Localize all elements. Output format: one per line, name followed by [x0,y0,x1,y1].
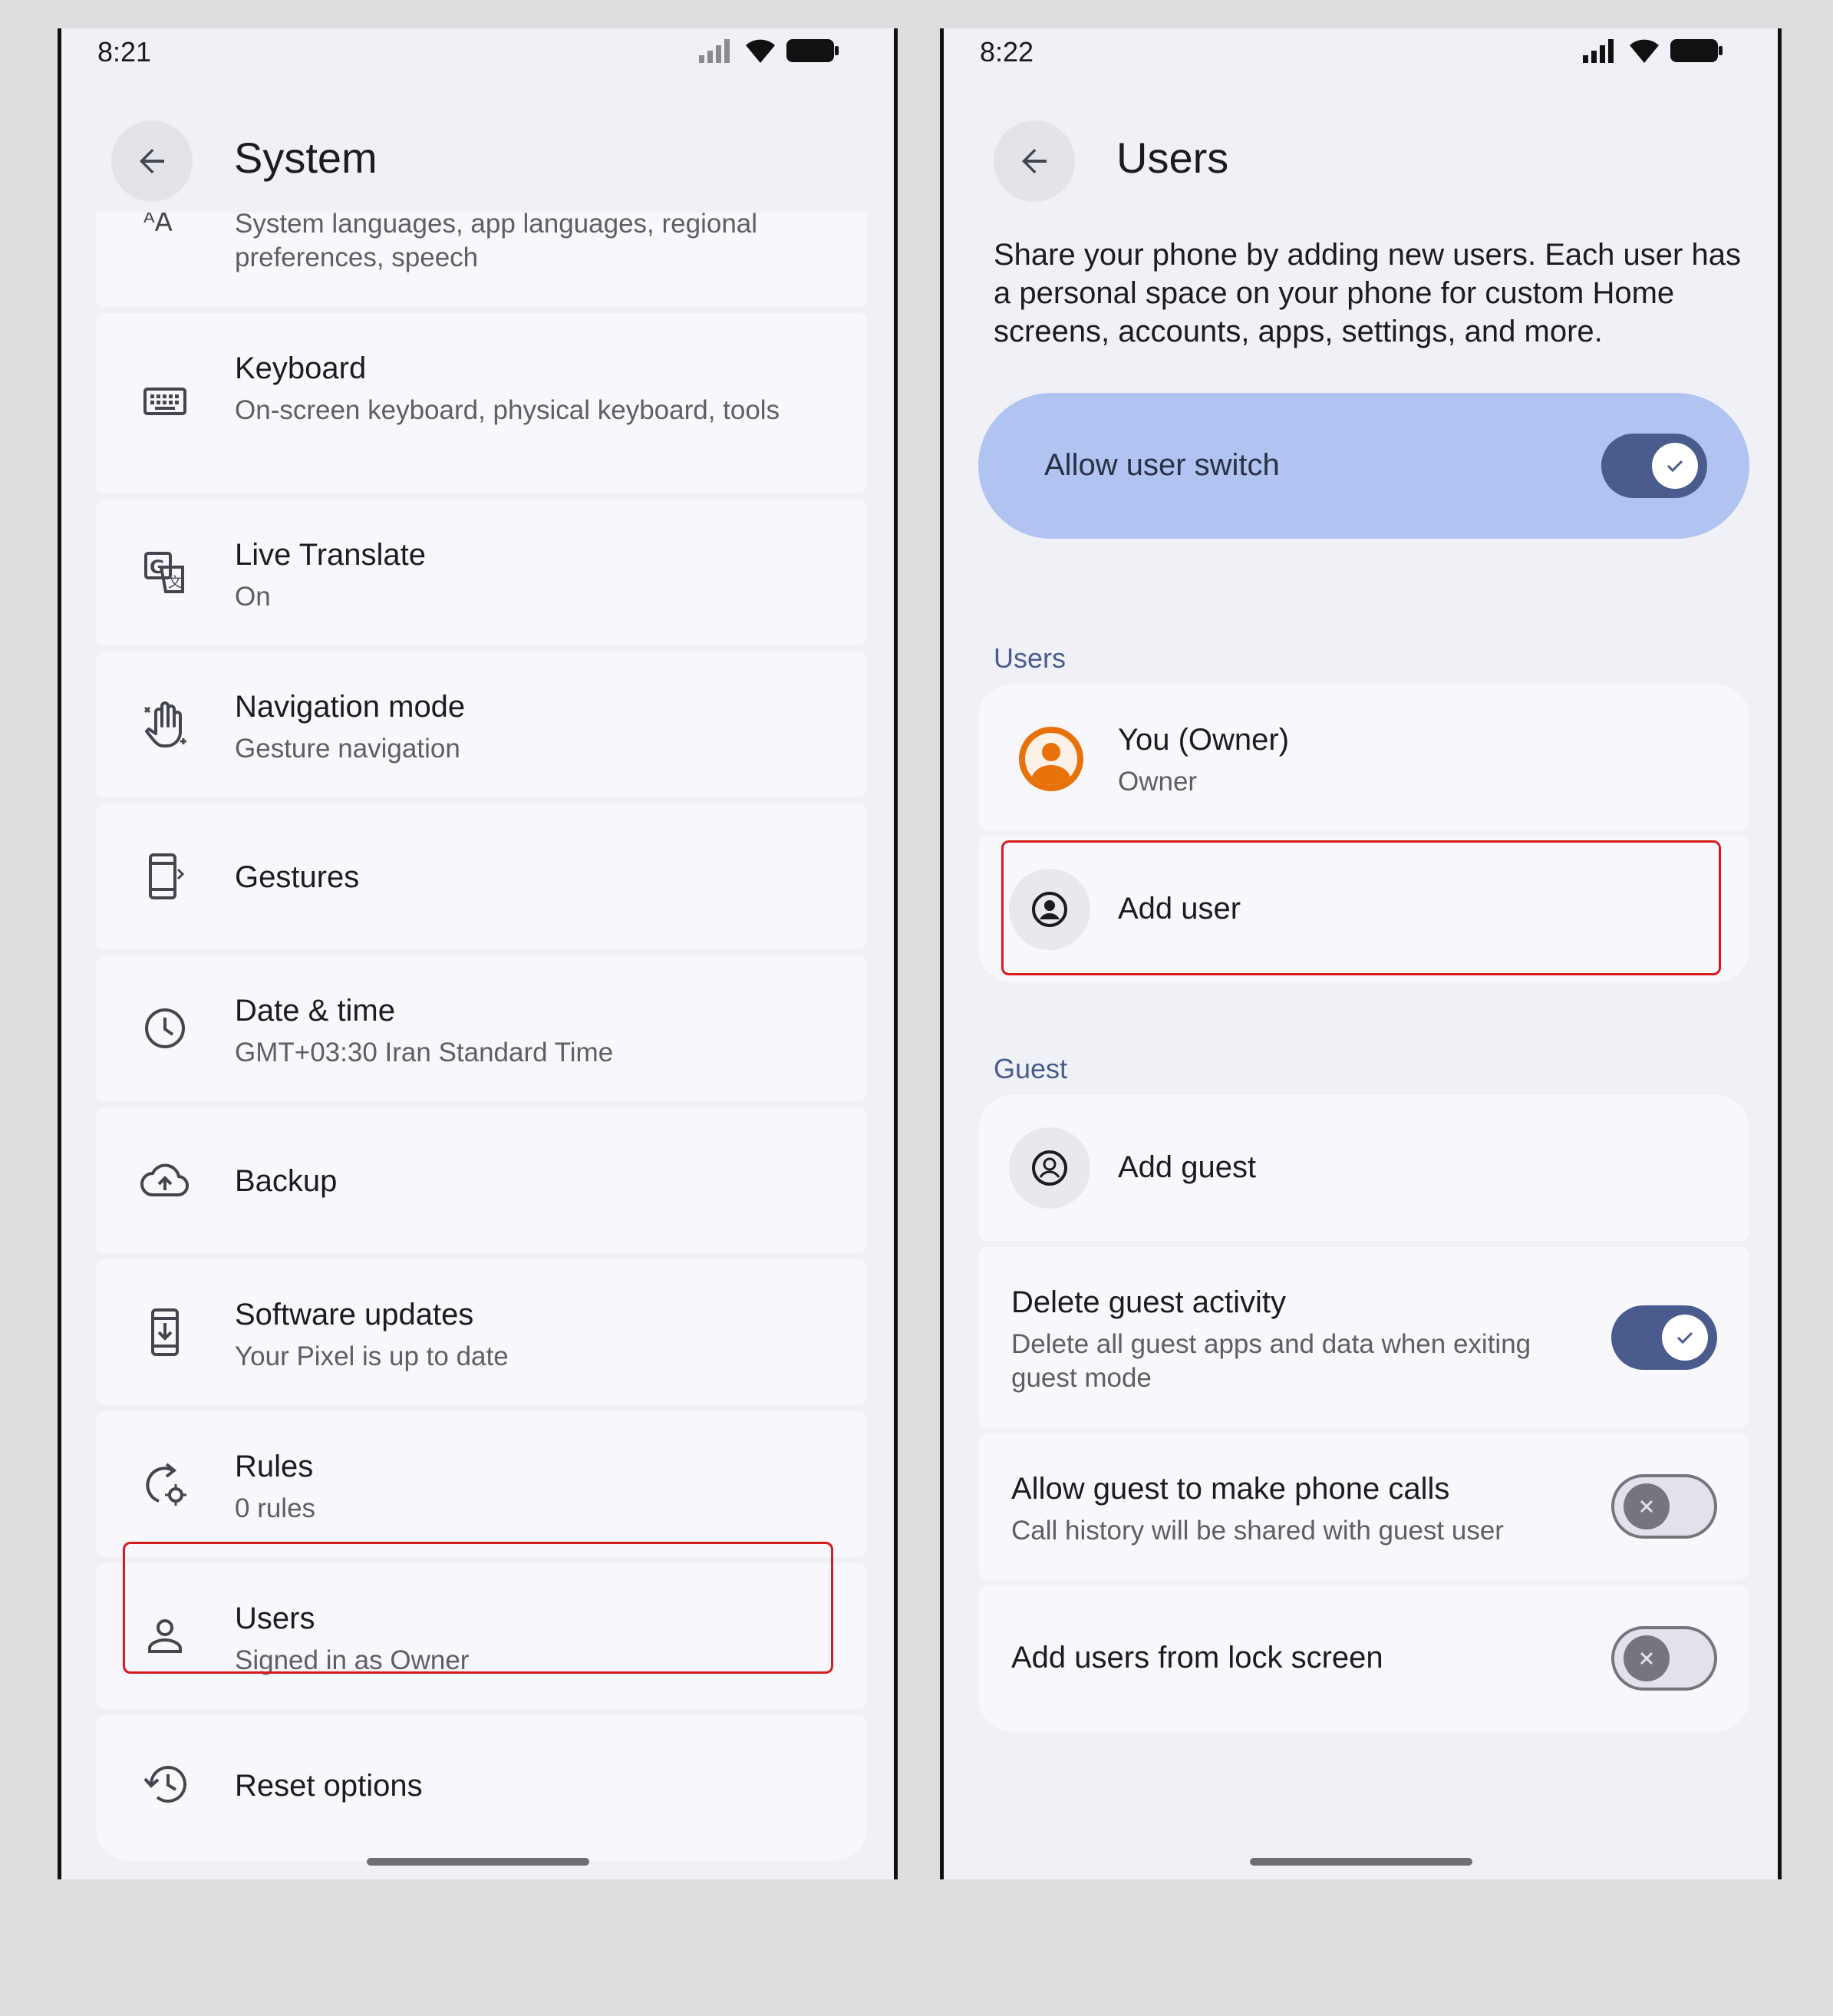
users-section-label: Users [994,642,1067,674]
back-button[interactable] [111,120,193,202]
lock-screen-title: Add users from lock screen [1011,1641,1383,1675]
close-icon [1640,1500,1653,1513]
settings-item-subtitle: On [235,582,271,612]
settings-item-title: Navigation mode [235,690,466,724]
status-time: 8:21 [97,36,152,68]
page-title: System [234,134,377,182]
phone-gesture-icon [138,850,192,903]
settings-item-keyboard[interactable]: Keyboard On-screen keyboard, physical ke… [96,313,867,493]
owner-title: You (Owner) [1118,723,1290,757]
settings-item-live-translate[interactable]: G文 Live Translate On [96,500,867,645]
delete-guest-subtitle: Delete all guest apps and data when exit… [1011,1329,1531,1393]
delete-guest-activity-toggle[interactable] [1611,1305,1717,1370]
wifi-icon [746,39,775,63]
status-bar: 8:22 [944,28,1778,74]
guest-section-label: Guest [994,1053,1068,1084]
battery-icon [786,39,839,62]
system-update-icon [138,1305,192,1359]
settings-item-subtitle: Gesture navigation [235,734,460,764]
add-user-highlight [1001,840,1721,975]
delete-guest-title: Delete guest activity [1011,1285,1286,1319]
guest-phone-calls-item[interactable]: Allow guest to make phone calls Call his… [978,1434,1749,1579]
settings-item-reset-options[interactable]: Reset options [96,1715,867,1861]
settings-item-title: Keyboard [235,351,367,385]
users-item-highlight [123,1542,833,1674]
guest-calls-subtitle: Call history will be shared with guest u… [1011,1516,1504,1546]
add-guest-label: Add guest [1118,1150,1257,1184]
settings-item-subtitle: 0 rules [235,1493,316,1523]
settings-item-title: Gestures [235,860,360,894]
settings-item-subtitle: On-screen keyboard, physical keyboard, t… [235,395,780,425]
settings-item-software-updates[interactable]: Software updates Your Pixel is up to dat… [96,1259,867,1405]
owner-avatar-icon [1017,724,1086,794]
add-guest-item[interactable]: Add guest [978,1095,1749,1241]
home-indicator[interactable] [366,1858,589,1866]
page-title: Users [1116,134,1229,182]
users-settings-screen: 8:22 Users Share your phone by adding ne… [940,28,1782,1879]
arrow-back-icon [1022,149,1047,173]
check-icon [1667,460,1683,473]
app-bar: Users [944,90,1778,213]
users-description: Share your phone by adding new users. Ea… [994,238,1741,348]
allow-user-switch-toggle[interactable] [1601,434,1707,498]
settings-item-subtitle: Your Pixel is up to date [235,1341,509,1371]
gesture-hand-icon [138,698,192,751]
owner-subtitle: Owner [1118,767,1198,797]
settings-item-title: Reset options [235,1769,423,1803]
status-bar: 8:21 [61,28,894,74]
translate-icon: G文 [138,546,192,599]
allow-user-switch-label: Allow user switch [1044,448,1280,482]
wifi-icon [1630,39,1659,63]
home-indicator[interactable] [1249,1858,1472,1866]
delete-guest-activity-item[interactable]: Delete guest activity Delete all guest a… [978,1247,1749,1427]
settings-item-subtitle: GMT+03:30 Iran Standard Time [235,1038,614,1067]
settings-item-title: Date & time [235,994,395,1028]
settings-item-subtitle: System languages, app languages, regiona… [235,209,758,272]
settings-item-title: Backup [235,1164,338,1198]
settings-item-backup[interactable]: Backup [96,1107,867,1253]
settings-item-rules[interactable]: Rules 0 rules [96,1411,867,1557]
settings-item-gestures[interactable]: Gestures [96,803,867,949]
rules-icon [138,1457,192,1511]
cellular-signal-icon [699,39,730,63]
cloud-upload-icon [138,1153,192,1207]
settings-item-date-time[interactable]: Date & time GMT+03:30 Iran Standard Time [96,955,867,1101]
keyboard-icon [138,374,192,428]
back-button[interactable] [994,120,1075,202]
guest-phone-calls-toggle[interactable] [1611,1474,1717,1539]
app-bar: System [61,90,894,213]
allow-user-switch-card[interactable]: Allow user switch [978,393,1749,539]
add-users-lock-screen-item[interactable]: Add users from lock screen [978,1585,1749,1731]
history-icon [138,1757,192,1811]
clock-icon [138,1001,192,1055]
add-users-lock-screen-toggle[interactable] [1611,1626,1717,1691]
battery-icon [1670,39,1723,62]
close-icon [1640,1651,1653,1665]
settings-item-title: Software updates [235,1298,474,1331]
settings-item-title: Live Translate [235,538,427,572]
cellular-signal-icon [1583,39,1614,63]
system-settings-screen: 8:21 System ᴬA System languages, app lan… [58,28,898,1879]
settings-item-navigation-mode[interactable]: Navigation mode Gesture navigation [96,652,867,797]
guest-account-icon [1032,1150,1067,1186]
check-icon [1676,1331,1693,1345]
owner-user-item[interactable]: You (Owner) Owner [978,685,1749,830]
settings-item-title: Rules [235,1450,314,1483]
svg-text:文: 文 [168,575,182,591]
arrow-back-icon [140,149,164,173]
guest-calls-title: Allow guest to make phone calls [1011,1472,1450,1506]
status-time: 8:22 [980,36,1034,68]
